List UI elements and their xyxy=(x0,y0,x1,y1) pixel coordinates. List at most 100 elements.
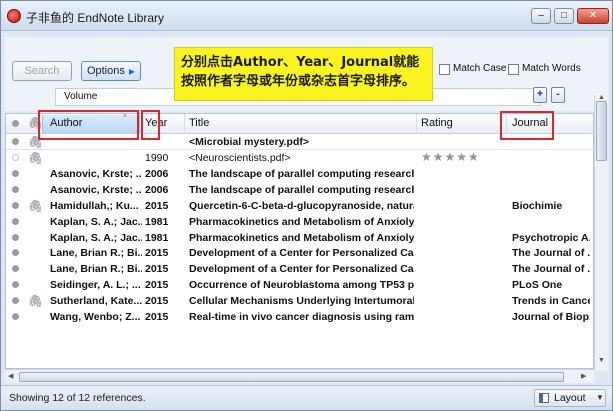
scroll-down-icon[interactable]: ▼ xyxy=(598,357,605,364)
row-year: 2015 xyxy=(145,279,169,292)
attachment-icon: 🖇 xyxy=(28,198,44,213)
row-author: Hamidullah,; Ku... xyxy=(50,199,139,212)
row-year: 2015 xyxy=(145,295,169,308)
horizontal-scroll-thumb[interactable] xyxy=(19,372,564,382)
row-title: The landscape of parallel computing rese… xyxy=(189,167,414,180)
options-button-label: Options xyxy=(86,65,125,77)
column-divider xyxy=(184,114,185,134)
row-author: Wang, Wenbo; Z... xyxy=(50,311,141,323)
layout-button[interactable]: Layout ▼ xyxy=(534,389,606,407)
search-button[interactable]: Search xyxy=(12,61,72,81)
row-journal: Journal of Biop. xyxy=(512,311,590,323)
scroll-left-icon[interactable]: ◀ xyxy=(8,372,13,380)
row-year: 1981 xyxy=(145,215,169,228)
read-status-dot xyxy=(12,201,19,209)
table-row[interactable]: Lane, Brian R.; Bi... 2015 Development of … xyxy=(6,245,593,261)
row-year: 2015 xyxy=(145,199,169,212)
row-journal: Psychotropic A... xyxy=(512,231,590,244)
endnote-window: 子非鱼的 EndNote Library – □ ✕ Search Option… xyxy=(0,0,613,411)
row-journal: The Journal of ... xyxy=(512,247,590,260)
author-highlight-box xyxy=(38,110,139,140)
table-row[interactable]: Seidinger, A. L.; ... 2015 Occurrence of N… xyxy=(6,277,593,293)
table-row[interactable]: 🖇 1990 <Neuroscientists.pdf> ★★★★★ xyxy=(6,150,593,166)
row-year: 2015 xyxy=(145,263,169,276)
close-button[interactable]: ✕ xyxy=(577,8,609,24)
add-search-row-button[interactable]: + xyxy=(533,87,547,103)
table-row[interactable]: Asanovic, Krste; ... 2006 The landscape of… xyxy=(6,182,593,198)
horizontal-scrollbar[interactable]: ◀ ▶ xyxy=(5,369,594,383)
table-row[interactable]: Wang, Wenbo; Z... 2015 Real-time in vivo c… xyxy=(6,309,593,325)
read-status-dot xyxy=(12,249,19,257)
table-row[interactable]: Kaplan, S. A.; Jac... 1981 Pharmacokinetic… xyxy=(6,214,593,230)
row-year: 2015 xyxy=(145,311,169,323)
options-arrow-icon: ▶ xyxy=(128,67,136,76)
match-case-checkbox[interactable] xyxy=(439,64,450,75)
vertical-scrollbar[interactable]: ▲ ▼ xyxy=(594,94,608,371)
group-row-title: <Microbial mystery.pdf> xyxy=(189,136,310,148)
match-words-checkbox[interactable] xyxy=(508,64,519,75)
row-title: Cellular Mechanisms Underlying Intertumo… xyxy=(189,295,414,308)
read-status-dot xyxy=(12,313,19,320)
row-title: Pharmacokinetics and Metabolism of Anxio… xyxy=(189,215,414,228)
row-title: Occurrence of Neuroblastoma among TP53 p… xyxy=(189,279,414,292)
read-status-dot xyxy=(12,281,19,289)
journal-highlight-box xyxy=(500,111,554,140)
row-year: 2006 xyxy=(145,183,169,196)
match-words-label: Match Words xyxy=(522,63,581,74)
row-journal: The Journal of ... xyxy=(512,263,590,276)
row-title: The landscape of parallel computing rese… xyxy=(189,183,414,196)
read-status-column-icon[interactable] xyxy=(12,120,19,127)
row-author: Kaplan, S. A.; Jac... xyxy=(50,231,142,244)
row-title: Quercetin-6-C-beta-d-glucopyranoside, na… xyxy=(189,199,414,212)
row-journal: PLoS One xyxy=(512,279,563,292)
reference-count-text: Showing 12 of 12 references. xyxy=(9,392,146,404)
minimize-button[interactable]: – xyxy=(531,8,551,24)
window-title: 子非鱼的 EndNote Library xyxy=(26,11,165,25)
row-journal: Biochimie xyxy=(512,199,563,212)
read-status-dot xyxy=(12,154,19,161)
table-row[interactable]: Asanovic, Krste; ... 2006 The landscape of… xyxy=(6,166,593,182)
options-button[interactable]: Options ▶ xyxy=(81,61,141,81)
read-status-dot xyxy=(12,297,19,305)
row-author: Kaplan, S. A.; Jac... xyxy=(50,215,142,228)
read-status-dot xyxy=(12,217,19,225)
row-year: 2006 xyxy=(145,167,169,180)
maximize-button[interactable]: □ xyxy=(554,8,574,24)
scroll-right-icon[interactable]: ▶ xyxy=(581,372,586,380)
vertical-scroll-thumb[interactable] xyxy=(596,101,607,161)
attachment-icon: 🖇 xyxy=(28,151,44,165)
row-year: 2015 xyxy=(145,247,169,260)
row-title: Development of a Center for Personalized… xyxy=(189,247,414,260)
year-highlight-box xyxy=(141,110,160,140)
row-author: Seidinger, A. L.; ... xyxy=(50,279,141,292)
callout-line-1: 分别点击Author、Year、Journal就能 xyxy=(181,55,420,70)
rating-stars[interactable]: ★★★★★ xyxy=(421,150,480,164)
chevron-down-icon: ▼ xyxy=(596,393,604,402)
column-rating[interactable]: Rating xyxy=(421,117,453,129)
search-field-value: Volume xyxy=(64,91,98,102)
callout-line-2: 按照作者字母或年份或杂志首字母排序。 xyxy=(181,74,416,89)
row-year: 1990 xyxy=(145,152,169,164)
status-bar: Showing 12 of 12 references. Layout ▼ xyxy=(1,385,612,410)
row-author: Asanovic, Krste; ... xyxy=(50,183,142,196)
column-divider xyxy=(416,114,417,134)
table-row[interactable]: Lane, Brian R.; Bi... 2015 Development of … xyxy=(6,261,593,277)
table-row[interactable]: 🖇 Hamidullah,; Ku... 2015 Quercetin-6-C-bet… xyxy=(6,198,593,214)
row-title: Real-time in vivo cancer diagnosis using… xyxy=(189,311,414,323)
table-row[interactable]: 🖇 Sutherland, Kate... 2015 Cellular Mechani… xyxy=(6,293,593,309)
scroll-up-icon[interactable]: ▲ xyxy=(598,94,605,101)
table-row[interactable]: Kaplan, S. A.; Jac... 1981 Pharmacokinetic… xyxy=(6,230,593,246)
row-author: Sutherland, Kate... xyxy=(50,295,142,308)
read-status-dot xyxy=(12,169,19,177)
row-journal: Trends in Cance xyxy=(512,295,590,308)
row-author: Lane, Brian R.; Bi... xyxy=(50,263,142,276)
title-bar[interactable]: 子非鱼的 EndNote Library – □ ✕ xyxy=(1,1,612,31)
remove-search-row-button[interactable]: - xyxy=(551,87,565,103)
row-title: Pharmacokinetics and Metabolism of Anxio… xyxy=(189,231,414,244)
row-author: Lane, Brian R.; Bi... xyxy=(50,247,142,260)
column-title[interactable]: Title xyxy=(189,117,209,129)
reference-list: 🖇 ^ Author Year Title Rating Journal 🖇 <… xyxy=(5,113,594,369)
read-status-dot xyxy=(12,265,19,273)
layout-label: Layout xyxy=(554,392,586,404)
row-year: 1981 xyxy=(145,231,169,244)
